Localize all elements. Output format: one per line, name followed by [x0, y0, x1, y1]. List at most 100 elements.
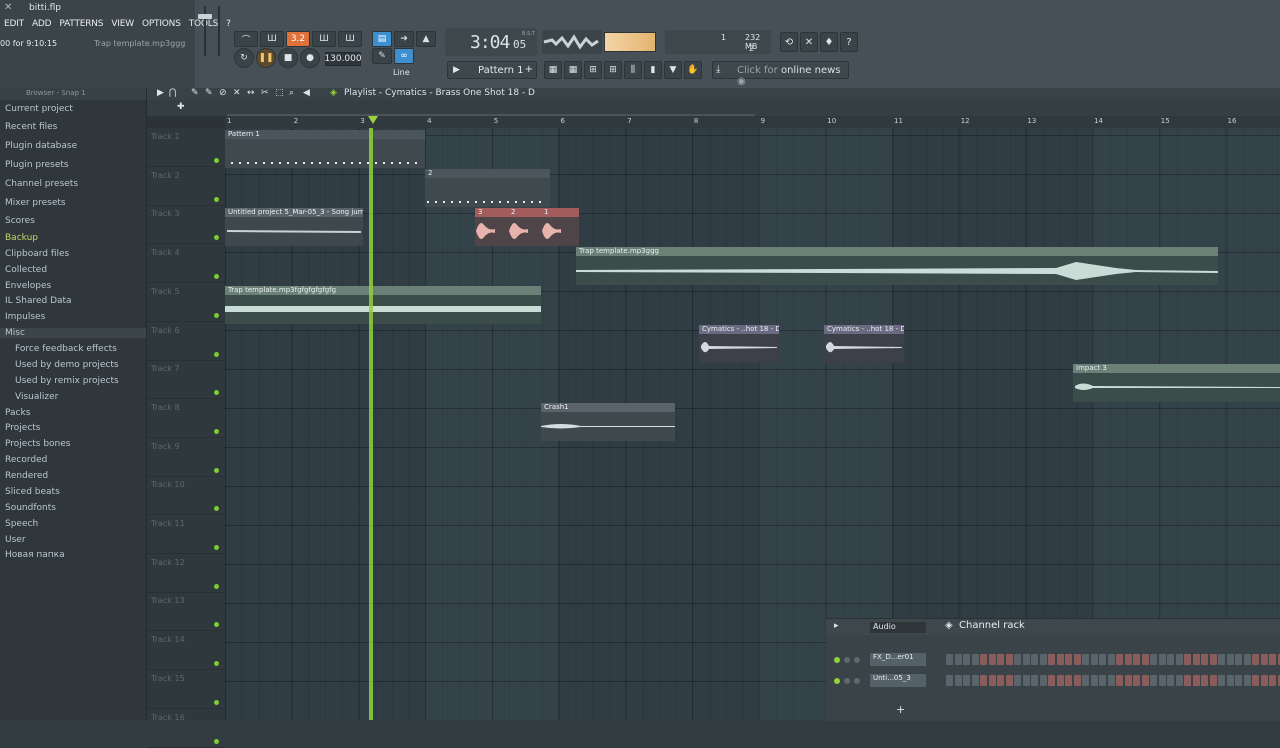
step-button[interactable]	[1116, 654, 1123, 665]
step-button[interactable]	[1057, 675, 1064, 686]
channel-rack-icon[interactable]: ⊞	[604, 61, 622, 79]
browser-item[interactable]: Force feedback effects	[15, 344, 117, 354]
step-button[interactable]	[1057, 654, 1064, 665]
browser-item[interactable]: Новая папка	[5, 550, 65, 560]
browser-item[interactable]: Clipboard files	[5, 249, 69, 259]
step-button[interactable]	[946, 654, 953, 665]
step-button[interactable]	[1099, 675, 1106, 686]
playhead-line[interactable]	[369, 128, 373, 720]
browser-item[interactable]: Projects	[5, 423, 40, 433]
track-header[interactable]: Track 5	[147, 283, 225, 322]
step-button[interactable]	[1091, 675, 1098, 686]
step-button[interactable]	[1167, 675, 1174, 686]
step-button[interactable]	[1108, 654, 1115, 665]
track-mute-led[interactable]	[214, 158, 219, 163]
step-button[interactable]	[1210, 654, 1217, 665]
audio-clip[interactable]: Cymatics - ..hot 18 - D	[824, 325, 904, 363]
online-news-panel[interactable]: ⤓ Click for online news ◉	[712, 61, 849, 79]
browser-item[interactable]: Speech	[5, 519, 38, 529]
step-button[interactable]	[1261, 654, 1268, 665]
step-sequencer-icon[interactable]: ▦	[564, 61, 582, 79]
browser-item[interactable]: Visualizer	[15, 392, 58, 402]
track-header[interactable]: Track 13	[147, 592, 225, 631]
step-button[interactable]	[963, 654, 970, 665]
track-mute-led[interactable]	[214, 545, 219, 550]
browser-icon[interactable]: ▮	[644, 61, 662, 79]
track-mute-led[interactable]	[214, 468, 219, 473]
browser-item[interactable]: Packs	[5, 408, 30, 418]
step-button[interactable]	[1176, 654, 1183, 665]
step-button[interactable]	[1252, 654, 1259, 665]
menu-edit[interactable]: EDIT	[0, 18, 28, 32]
track-header[interactable]: Track 11	[147, 515, 225, 554]
step-edit-button[interactable]: 3.2	[286, 31, 310, 47]
browser-item[interactable]: Recent files	[5, 122, 57, 132]
step-button[interactable]	[1235, 675, 1242, 686]
channel-name-button[interactable]: Unti...05_3	[870, 674, 926, 687]
menu-options[interactable]: OPTIONS	[138, 18, 185, 32]
step-button[interactable]	[972, 654, 979, 665]
step-button[interactable]	[989, 675, 996, 686]
metronome-icon[interactable]: ⌒	[234, 31, 258, 47]
pattern-clip[interactable]: Pattern 1	[225, 130, 425, 168]
audio-clip[interactable]: Crash1	[541, 403, 675, 441]
channel-row[interactable]: FX_D...er01	[826, 651, 1280, 669]
news-link[interactable]: online news	[781, 65, 841, 76]
step-button[interactable]	[1227, 654, 1234, 665]
audio-clip[interactable]: 1	[541, 208, 579, 246]
browser-item[interactable]: Scores	[5, 216, 35, 226]
track-mute-led[interactable]	[214, 429, 219, 434]
pattern-mode-label[interactable]: Line	[393, 68, 410, 77]
mixer-icon[interactable]: ⫼	[624, 61, 642, 79]
step-button[interactable]	[1193, 654, 1200, 665]
pattern-selector[interactable]: ▶ Pattern 1 +	[447, 61, 537, 79]
step-button[interactable]	[1244, 675, 1251, 686]
step-button[interactable]	[989, 654, 996, 665]
step-button[interactable]	[1167, 654, 1174, 665]
browser-item[interactable]: Current project	[5, 104, 73, 114]
step-button[interactable]	[1176, 675, 1183, 686]
channel-mute-leds[interactable]	[834, 656, 864, 664]
step-button[interactable]	[1184, 654, 1191, 665]
browser-item[interactable]: Backup	[5, 233, 38, 243]
piano-roll-icon[interactable]: ⊞	[584, 61, 602, 79]
browser-item[interactable]: Channel presets	[5, 179, 78, 189]
step-button[interactable]	[1040, 654, 1047, 665]
audio-clip[interactable]: 2	[508, 208, 541, 246]
paint-tool-icon[interactable]: ✎	[205, 88, 213, 98]
track-header[interactable]: Track 10	[147, 476, 225, 515]
step-button[interactable]	[1269, 654, 1276, 665]
tempo-display[interactable]: 130.000	[325, 52, 361, 66]
close-icon[interactable]: ✕	[4, 2, 16, 14]
track-mute-led[interactable]	[214, 352, 219, 357]
step-button[interactable]	[1006, 654, 1013, 665]
step-button[interactable]	[1023, 675, 1030, 686]
track-header[interactable]: Track 16	[147, 709, 225, 748]
track-mute-led[interactable]	[214, 739, 219, 744]
microphone-icon[interactable]: ♦	[820, 32, 838, 52]
track-mute-led[interactable]	[214, 313, 219, 318]
track-mute-led[interactable]	[214, 661, 219, 666]
help-icon[interactable]: ?	[840, 32, 858, 52]
touch-controller-icon[interactable]: ✋	[684, 61, 702, 79]
options-arrow-icon[interactable]: ▸	[834, 621, 839, 631]
browser-item[interactable]: Used by remix projects	[15, 376, 119, 386]
add-channel-button[interactable]: +	[896, 703, 905, 716]
step-button[interactable]	[1074, 654, 1081, 665]
audio-clip[interactable]: Untitled project 5_Mar-05_3 - Song jump	[225, 208, 363, 246]
metronome-bell-icon[interactable]: ▲	[416, 31, 436, 47]
step-button[interactable]	[997, 675, 1004, 686]
step-button[interactable]	[1142, 675, 1149, 686]
step-button[interactable]	[1210, 675, 1217, 686]
menu-add[interactable]: ADD	[28, 18, 55, 32]
step-button[interactable]	[1031, 675, 1038, 686]
track-mute-led[interactable]	[214, 235, 219, 240]
playhead-marker[interactable]	[368, 116, 378, 124]
track-mute-led[interactable]	[214, 274, 219, 279]
step-button[interactable]	[963, 675, 970, 686]
step-button[interactable]	[1150, 654, 1157, 665]
master-volume-slider[interactable]	[198, 6, 212, 56]
step-button[interactable]	[1218, 654, 1225, 665]
track-header[interactable]: Track 8	[147, 399, 225, 438]
reset-icon[interactable]: ⟲	[780, 32, 798, 52]
